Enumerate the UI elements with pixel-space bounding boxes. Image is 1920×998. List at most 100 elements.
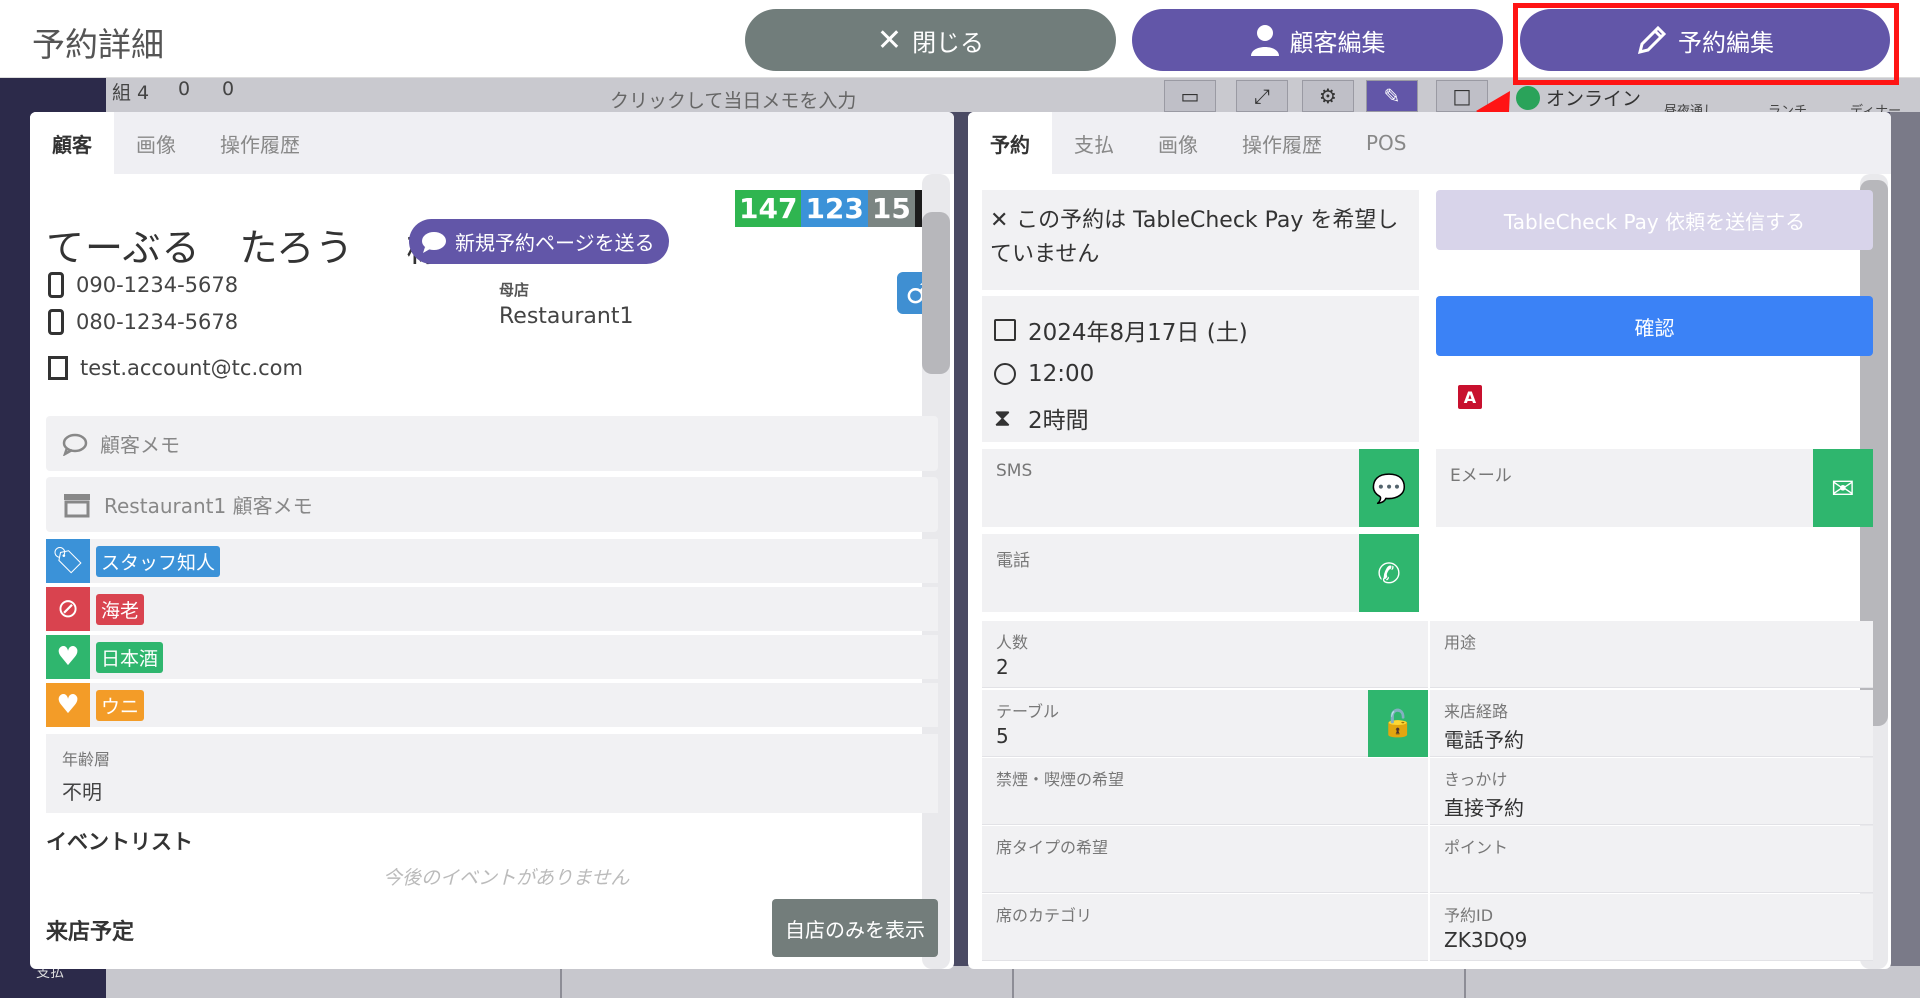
phone-row-1[interactable]: 090-1234-5678 <box>48 272 238 298</box>
highlight-box <box>1513 3 1899 85</box>
visit-counters: 147 123 15 1 <box>735 190 943 227</box>
point-cell: ポイント <box>1430 826 1873 893</box>
counter-visits: 147 <box>735 190 802 227</box>
sms-button[interactable]: 💬 <box>1359 449 1419 527</box>
envelope-icon: ✉ <box>1831 471 1855 505</box>
sms-field: SMS 💬 <box>982 449 1419 527</box>
party-label: 人数 <box>996 633 1029 652</box>
chat-icon: 💬 <box>1371 471 1407 505</box>
bg-divider <box>1464 966 1466 998</box>
event-empty-message: 今後のイベントがありません <box>383 867 630 889</box>
customer-memo-placeholder: 顧客メモ <box>100 433 180 457</box>
seat-category-label: 席のカテゴリ <box>996 906 1093 925</box>
home-store-label: 母店 <box>499 281 530 299</box>
email: test.account@tc.com <box>80 356 303 380</box>
phone-label: 電話 <box>996 551 1030 571</box>
store-memo[interactable]: Restaurant1 顧客メモ <box>46 477 938 532</box>
unlock-icon: 🔓 <box>1381 708 1415 739</box>
tab-images[interactable]: 画像 <box>1136 112 1220 174</box>
sms-label: SMS <box>996 461 1033 481</box>
point-label: ポイント <box>1444 838 1509 857</box>
phone-1: 090-1234-5678 <box>76 273 239 297</box>
confirm-button[interactable]: 確認 <box>1436 296 1873 356</box>
table-cell: テーブル 5 🔓 <box>982 690 1428 757</box>
comment-icon <box>62 433 88 456</box>
phone-icon: ✆ <box>1377 556 1401 590</box>
reservation-panel: 予約 支払 画像 操作履歴 POS ✕ この予約は TableCheck Pay… <box>968 112 1891 969</box>
bg-day-memo[interactable]: クリックして当日メモを入力 <box>610 86 856 113</box>
counter-cancelled: 15 <box>867 190 915 227</box>
bg-stat-b: 0 <box>178 78 191 100</box>
send-pay-request-button[interactable]: TableCheck Pay 依頼を送信する <box>1436 190 1873 250</box>
email-row[interactable]: test.account@tc.com <box>48 356 303 380</box>
reservation-datetime[interactable]: 2024年8月17日 (土) 12:00 ⧗ 2時間 <box>982 296 1419 442</box>
tab-payment[interactable]: 支払 <box>1052 112 1136 174</box>
phone-button[interactable]: ✆ <box>1359 534 1419 612</box>
tag-chip: ウニ <box>96 689 145 721</box>
seat-type-cell: 席タイプの希望 <box>982 826 1428 893</box>
x-icon: ✕ <box>990 208 1017 233</box>
trigger-label: きっかけ <box>1444 770 1508 789</box>
store-memo-placeholder: Restaurant1 顧客メモ <box>104 494 313 518</box>
purpose-label: 用途 <box>1444 633 1477 652</box>
send-reservation-page-button[interactable]: 新規予約ページを送る <box>409 219 669 264</box>
phone-row-2[interactable]: 080-1234-5678 <box>48 309 238 335</box>
clock-icon <box>994 363 1016 385</box>
tab-reservation[interactable]: 予約 <box>968 112 1052 174</box>
background-right-column <box>1890 112 1920 972</box>
table-label: テーブル <box>996 702 1060 721</box>
own-store-only-button[interactable]: 自店のみを表示 <box>772 899 938 957</box>
customer-edit-label: 顧客編集 <box>1289 28 1386 57</box>
building-icon <box>48 356 68 380</box>
source-value: 電話予約 <box>1444 728 1524 752</box>
seat-category-cell: 席のカテゴリ <box>982 894 1428 961</box>
close-label: 閉じる <box>912 28 985 57</box>
hourglass-icon: ⧗ <box>994 404 1011 432</box>
email-field: Eメール ✉ <box>1436 449 1873 527</box>
phone-field: 電話 ✆ <box>982 534 1419 612</box>
trigger-cell: きっかけ 直接予約 <box>1430 758 1873 825</box>
reservation-id-value: ZK3DQ9 <box>1444 928 1528 952</box>
reservation-id-label: 予約ID <box>1444 906 1494 925</box>
event-list-title: イベントリスト <box>46 830 193 854</box>
store-icon <box>64 493 90 517</box>
reservation-id-cell: 予約ID ZK3DQ9 <box>1430 894 1873 961</box>
source-label: 来店経路 <box>1444 702 1509 721</box>
mobile-phone-icon <box>48 272 64 298</box>
source-cell: 来店経路 電話予約 <box>1430 690 1873 757</box>
bg-presentation-icon[interactable]: ▭ <box>1164 80 1216 112</box>
unlock-button[interactable]: 🔓 <box>1368 690 1428 757</box>
close-button[interactable]: ✕ 閉じる <box>745 9 1116 71</box>
bg-expand-icon[interactable]: ⤢ <box>1236 80 1288 112</box>
email-label: Eメール <box>1450 466 1512 486</box>
customer-scroll-thumb[interactable] <box>922 212 950 374</box>
bg-divider <box>1012 966 1014 998</box>
customer-name: てーぶる たろう 様 <box>46 226 446 270</box>
smoking-label: 禁煙・喫煙の希望 <box>996 770 1125 789</box>
tag-chip: 海老 <box>96 593 145 625</box>
pay-status-text: この予約は TableCheck Pay を希望していません <box>990 208 1399 267</box>
reservation-duration: 2時間 <box>1028 408 1089 434</box>
tag-row: ♥ ウニ <box>46 683 938 727</box>
tab-history[interactable]: 操作履歴 <box>198 112 322 174</box>
trigger-value: 直接予約 <box>1444 796 1524 820</box>
bg-gear-icon[interactable]: ⚙ <box>1302 80 1354 112</box>
calendar-icon <box>994 319 1016 341</box>
tab-history[interactable]: 操作履歴 <box>1220 112 1344 174</box>
time-row: 12:00 <box>994 352 1407 396</box>
bg-online-status[interactable]: オンライン <box>1516 84 1641 111</box>
user-icon <box>1250 25 1279 56</box>
party-value: 2 <box>996 655 1009 679</box>
tag-chip: 日本酒 <box>96 641 164 673</box>
tab-images[interactable]: 画像 <box>114 112 198 174</box>
tab-customer[interactable]: 顧客 <box>30 112 114 174</box>
tag-icon: 🏷 <box>46 539 90 583</box>
customer-edit-button[interactable]: 顧客編集 <box>1132 9 1503 71</box>
ban-icon: ⊘ <box>46 587 90 631</box>
bg-divider <box>560 966 562 998</box>
tab-pos[interactable]: POS <box>1344 112 1429 174</box>
reservation-time: 12:00 <box>1028 361 1095 387</box>
age-label: 年齢層 <box>62 750 111 769</box>
email-button[interactable]: ✉ <box>1813 449 1873 527</box>
customer-memo[interactable]: 顧客メモ <box>46 416 938 471</box>
